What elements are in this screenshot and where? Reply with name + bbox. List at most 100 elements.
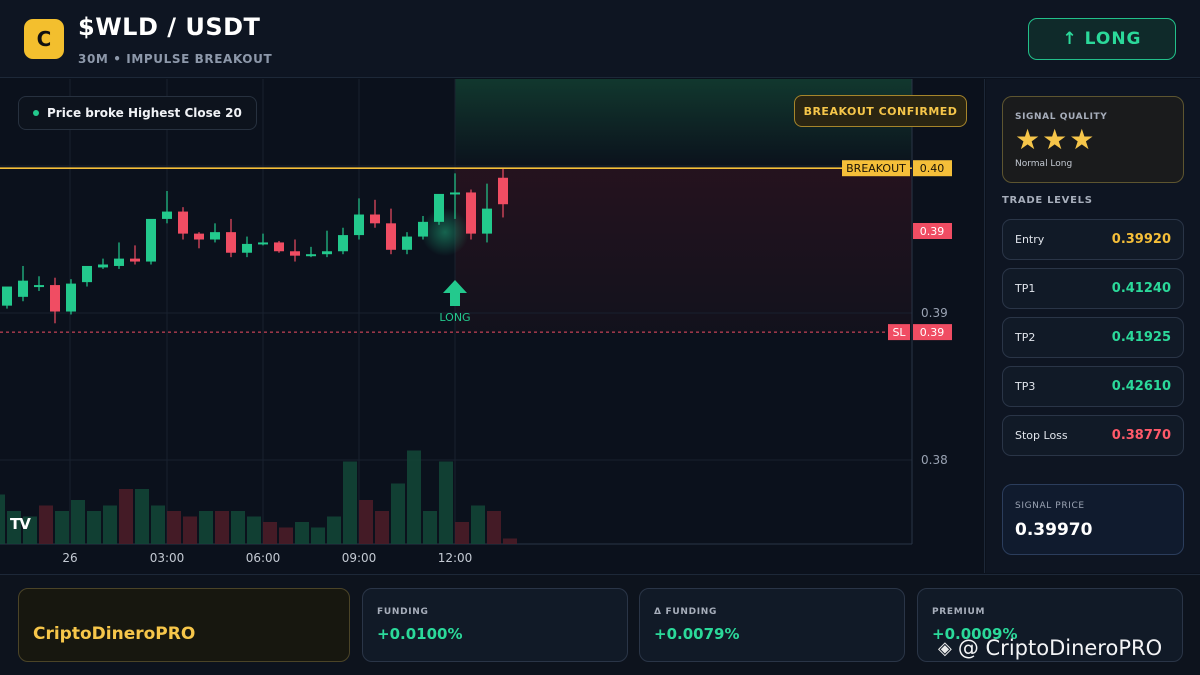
star-rating-icon: ★★★ [1015,123,1097,156]
signal-quality-note: Normal Long [1015,159,1073,169]
volume-bar [327,516,341,544]
volume-bar [183,516,197,544]
trade-level-value: 0.39920 [1111,232,1171,247]
volume-bar [87,511,101,544]
volume-bar [55,511,69,544]
volume-bar [471,505,485,544]
price-chart[interactable]: 0.40 0.39 0.38 26 03:00 06:00 09:00 12:00 BREAKO… [0,79,985,573]
long-button[interactable]: ↑ LONG [1028,18,1176,60]
candle-body [402,236,412,250]
candle-body [114,258,124,266]
x-tick-label: 03:00 [150,551,185,565]
delta-funding-value: +0.0079% [654,625,740,643]
candle-body [338,235,348,252]
signal-quality-card: SIGNAL QUALITY ★★★ Normal Long [1002,96,1184,183]
status-pill-text: Price broke Highest Close 20 [47,106,242,120]
candle-body [34,285,44,288]
trade-level-label: TP1 [1015,282,1036,295]
candle-body [226,232,236,253]
volume-bar [311,527,325,544]
x-tick-label: 09:00 [342,551,377,565]
volume-bar [103,505,117,544]
trade-level-label: TP3 [1015,380,1036,393]
trade-level-value: 0.41925 [1111,330,1171,345]
funding-card: FUNDING +0.0100% [362,588,628,662]
candle-body [130,258,140,262]
watermark-text: @ CriptoDineroPRO [957,636,1163,660]
signal-quality-caption: SIGNAL QUALITY [1015,112,1108,122]
pair-title: $WLD / USDT [78,13,261,41]
signal-price-caption: SIGNAL PRICE [1015,501,1085,511]
volume-bar [71,500,85,544]
volume-bar [391,483,405,544]
x-tick-label: 06:00 [246,551,281,565]
candle-body [82,265,92,283]
volume-bar [199,511,213,544]
candle-body [482,208,492,234]
volume-bar [263,522,277,544]
trade-level-value: 0.42610 [1111,379,1171,394]
breakout-confirmed-badge: BREAKOUT CONFIRMED [794,95,967,127]
candle-body [466,192,476,234]
candle-body [66,283,76,312]
trade-level-stop-loss: Stop Loss 0.38770 [1002,415,1184,456]
trade-level-tp3: TP3 0.42610 [1002,366,1184,407]
status-dot-icon [33,110,39,116]
status-pill: Price broke Highest Close 20 [18,96,257,130]
candle-body [178,211,188,234]
trade-level-entry: Entry 0.39920 [1002,219,1184,260]
volume-bar [439,461,453,544]
volume-bar [167,511,181,544]
app-logo-icon: C [24,19,64,59]
trade-level-value: 0.38770 [1111,428,1171,443]
risk-zone [455,168,912,333]
volume-bar [0,494,5,544]
trade-level-label: Stop Loss [1015,429,1068,442]
volume-bar [135,489,149,544]
volume-bar [151,505,165,544]
breakout-price-tag: 0.40 [920,162,945,175]
trade-level-value: 0.41240 [1111,281,1171,296]
sl-tag-label: SL [892,326,906,339]
candle-body [274,242,284,252]
volume-bar [407,450,421,544]
x-tick-label: 26 [62,551,77,565]
signal-price-card: SIGNAL PRICE 0.39970 [1002,484,1184,555]
current-price-tag: 0.39 [920,225,945,238]
volume-bar [503,538,517,544]
trade-levels-title: TRADE LEVELS [1002,195,1093,206]
candle-body [434,193,444,222]
volume-bar [215,511,229,544]
volume-bar [247,516,261,544]
sl-price-tag: 0.39 [920,326,945,339]
candle-body [450,192,460,195]
candle-body [258,242,268,245]
candle-body [50,285,60,312]
candle-body [2,286,12,306]
candle-body [386,223,396,250]
volume-bar [295,522,309,544]
volume-bar [343,461,357,544]
header-bar: C $WLD / USDT 30M • IMPULSE BREAKOUT ↑ L… [0,0,1200,78]
chart-canvas[interactable]: 0.40 0.39 0.38 26 03:00 06:00 09:00 12:00 BREAKO… [0,79,985,573]
candle-body [162,211,172,219]
candle-body [210,232,220,240]
delta-funding-card: Δ FUNDING +0.0079% [639,588,905,662]
x-tick-label: 12:00 [438,551,473,565]
candle-body [98,264,108,268]
watermark: ◈ @ CriptoDineroPRO [938,636,1162,660]
candle-body [18,280,28,297]
volume-bar [279,527,293,544]
funding-caption: FUNDING [377,607,429,617]
y-tick-label: 0.39 [921,306,948,320]
funding-value: +0.0100% [377,625,463,643]
volume-bar [487,511,501,544]
candle-body [242,243,252,253]
candle-body [498,177,508,205]
entry-glow [421,208,469,257]
trade-level-tp2: TP2 0.41925 [1002,317,1184,358]
trade-level-label: Entry [1015,233,1045,246]
candle-body [370,214,380,224]
volume-bar [423,511,437,544]
breakout-tag-label: BREAKOUT [846,162,906,175]
